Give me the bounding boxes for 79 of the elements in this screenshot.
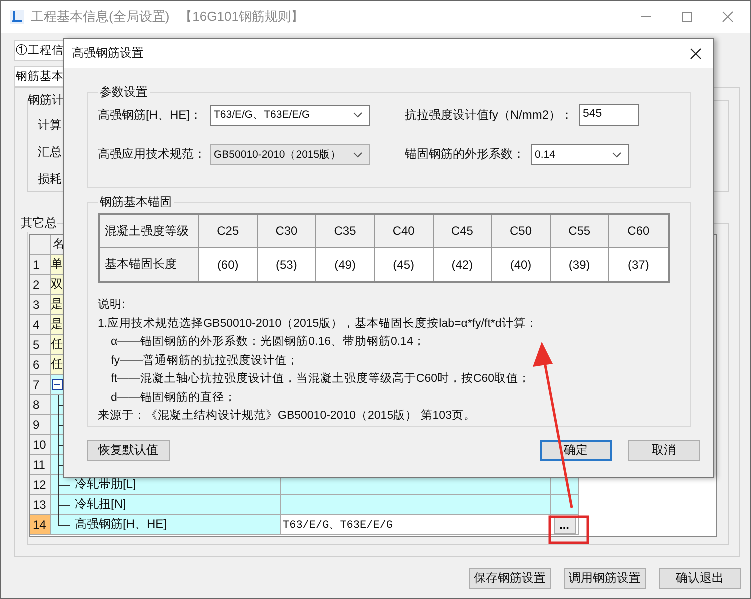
note-text: d——锚固钢筋的直径；	[110, 390, 236, 406]
dialog-button[interactable]: 取消	[628, 440, 700, 461]
column-header: C40	[375, 215, 434, 248]
table-cell: (53)	[258, 248, 316, 281]
row-number[interactable]: 6	[30, 355, 51, 375]
chevron-down-icon[interactable]	[612, 152, 622, 158]
row-name: 任	[51, 336, 63, 353]
row-number[interactable]: 1	[30, 255, 51, 275]
note-text: 来源于：《混凝土结构设计规范》GB50010-2010（2015版） 第103页。	[98, 408, 476, 424]
row-number[interactable]: 3	[30, 295, 51, 315]
row-number[interactable]: 4	[30, 315, 51, 335]
field-label: 高强应用技术规范：	[98, 146, 207, 163]
dialog-button[interactable]: 恢复默认值	[87, 440, 170, 461]
column-header: C35	[316, 215, 376, 248]
value-field[interactable]: T63/E/G、T63E/E/G	[281, 517, 394, 532]
row-number[interactable]: 12	[30, 475, 51, 495]
row-name: 双	[51, 276, 63, 293]
note-text: 说明:	[98, 298, 126, 313]
tab[interactable]: ①工程信	[14, 40, 66, 61]
note-text: 1.应用技术规范选择GB50010-2010（2015版），基本锚固长度按lab=α*fy/ft*d计算：	[98, 316, 538, 332]
row-number[interactable]: 14	[30, 515, 51, 535]
group-title: 钢筋基本锚固	[99, 194, 173, 211]
highlight-frame	[548, 516, 590, 544]
dialog-title: 高强钢筋设置	[72, 45, 144, 62]
dialog-button[interactable]: 确定	[540, 440, 612, 461]
column-header: C25	[199, 215, 258, 248]
note-text: fy——普通钢筋的抗拉强度设计值；	[110, 353, 299, 368]
field-label: 高强钢筋[H、HE]：	[98, 106, 204, 124]
dropdown[interactable]: T63/E/G、T63E/E/G	[210, 104, 370, 126]
column-header: C55	[550, 215, 610, 248]
window-title: 工程基本信息(全局设置)	[31, 8, 170, 26]
window-subtitle: 【16G101钢筋规则】	[180, 8, 304, 26]
row-number[interactable]: 8	[30, 395, 51, 415]
row-name: 是	[51, 296, 63, 313]
note-text: α——锚固钢筋的外形系数：光圆钢筋0.16、带肋钢筋0.14；	[110, 334, 426, 350]
row-name: 单	[51, 256, 63, 273]
tab[interactable]: 钢筋基本	[14, 66, 66, 87]
row-name: 冷轧扭[N]	[75, 496, 126, 513]
group-title: 参数设置	[99, 84, 149, 101]
row-number[interactable]: 5	[30, 335, 51, 355]
field-label: 计算	[38, 117, 62, 134]
table-cell: (49)	[316, 248, 376, 281]
table-cell: (37)	[609, 248, 668, 281]
row-header: 混凝土强度等级	[100, 215, 200, 248]
close-icon[interactable]	[690, 48, 702, 60]
row-name: 冷轧带肋[L]	[75, 476, 136, 493]
row-number[interactable]: 13	[30, 495, 51, 515]
row-number[interactable]: 10	[30, 435, 51, 455]
action-button[interactable]: 保存钢筋设置	[469, 568, 551, 589]
table-cell: (45)	[375, 248, 434, 281]
maximize-icon[interactable]	[681, 11, 693, 23]
table-cell: (39)	[550, 248, 610, 281]
field-label: 汇总	[38, 144, 62, 161]
row-number[interactable]: 7	[30, 375, 51, 395]
table-cell: (42)	[434, 248, 492, 281]
table-cell: (60)	[199, 248, 258, 281]
action-button[interactable]: 调用钢筋设置	[564, 568, 646, 589]
table-cell: (40)	[492, 248, 551, 281]
row-name: 任	[51, 356, 63, 373]
row-number[interactable]: 11	[30, 455, 51, 475]
row-name: 高强钢筋[H、HE]	[75, 516, 168, 533]
row-number[interactable]: 9	[30, 415, 51, 435]
column-header: C45	[434, 215, 492, 248]
field-label: 抗拉强度设计值fy（N/mm2）：	[405, 106, 573, 124]
group-title: 其它总	[21, 215, 57, 232]
row-number[interactable]: 2	[30, 275, 51, 295]
group-title: 钢筋计	[28, 92, 64, 109]
column-header: C50	[492, 215, 551, 248]
app-logo-icon	[9, 9, 25, 25]
column-header: C30	[258, 215, 316, 248]
note-text: ft——混凝土轴心抗拉强度设计值，当混凝土强度等级高于C60时，按C60取值；	[110, 371, 531, 387]
action-button[interactable]: 确认退出	[659, 568, 741, 589]
collapse-icon[interactable]	[52, 379, 63, 390]
field-label: 损耗	[38, 171, 62, 188]
field-label: 锚固钢筋的外形系数：	[405, 146, 525, 163]
row-name: 是	[51, 316, 63, 333]
input-field[interactable]: 545	[579, 104, 639, 126]
dropdown[interactable]: 0.14	[531, 144, 629, 165]
chevron-down-icon[interactable]	[353, 112, 363, 118]
